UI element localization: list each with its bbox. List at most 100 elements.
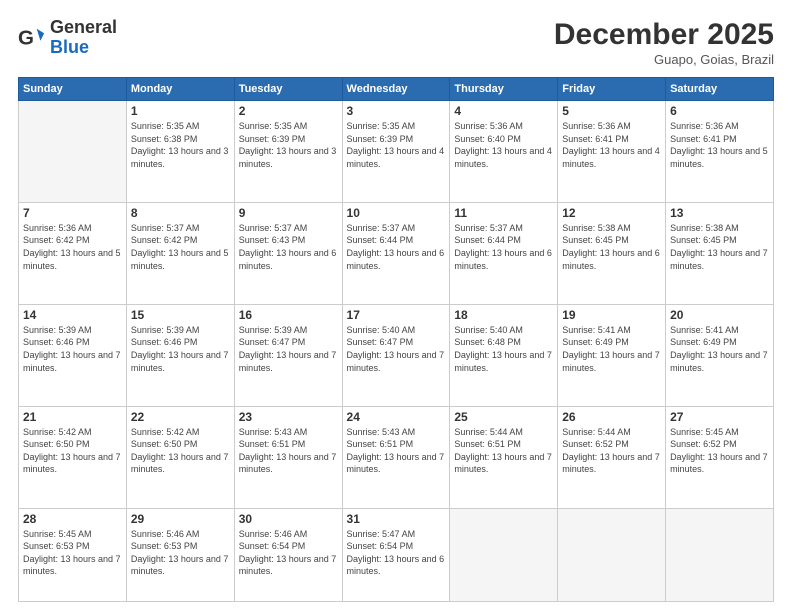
day-number: 30 [239, 512, 338, 526]
day-number: 29 [131, 512, 230, 526]
table-row: 20 Sunrise: 5:41 AM Sunset: 6:49 PM Dayli… [666, 304, 774, 406]
table-row: 23 Sunrise: 5:43 AM Sunset: 6:51 PM Dayli… [234, 406, 342, 508]
day-info: Sunrise: 5:43 AM Sunset: 6:51 PM Dayligh… [239, 426, 338, 476]
table-row [19, 101, 127, 203]
day-info: Sunrise: 5:36 AM Sunset: 6:41 PM Dayligh… [562, 120, 661, 170]
day-info: Sunrise: 5:44 AM Sunset: 6:51 PM Dayligh… [454, 426, 553, 476]
col-tuesday: Tuesday [234, 78, 342, 101]
table-row: 2 Sunrise: 5:35 AM Sunset: 6:39 PM Daylig… [234, 101, 342, 203]
table-row: 3Sunrise: 5:35 AM Sunset: 6:39 PM Daylig… [342, 101, 450, 203]
table-row: 7Sunrise: 5:36 AM Sunset: 6:42 PM Daylig… [19, 202, 127, 304]
day-number: 2 [239, 104, 338, 118]
day-info: Sunrise: 5:37 AM Sunset: 6:42 PM Dayligh… [131, 222, 230, 272]
table-row: 17 Sunrise: 5:40 AM Sunset: 6:47 PM Dayli… [342, 304, 450, 406]
day-number: 18 [454, 308, 553, 322]
table-row: 1Sunrise: 5:35 AM Sunset: 6:38 PM Daylig… [126, 101, 234, 203]
day-number: 19 [562, 308, 661, 322]
logo-general: General [50, 18, 117, 38]
day-info: Sunrise: 5:43 AM Sunset: 6:51 PM Dayligh… [347, 426, 446, 476]
day-info: Sunrise: 5:35 AM Sunset: 6:39 PM Dayligh… [239, 120, 338, 170]
day-number: 4 [454, 104, 553, 118]
day-number: 20 [670, 308, 769, 322]
table-row: 12 Sunrise: 5:38 AM Sunset: 6:45 PM Dayli… [558, 202, 666, 304]
day-number: 28 [23, 512, 122, 526]
day-info: Sunrise: 5:42 AM Sunset: 6:50 PM Dayligh… [23, 426, 122, 476]
table-row: 25 Sunrise: 5:44 AM Sunset: 6:51 PM Dayli… [450, 406, 558, 508]
table-row: 6Sunrise: 5:36 AM Sunset: 6:41 PM Daylig… [666, 101, 774, 203]
table-row: 11 Sunrise: 5:37 AM Sunset: 6:44 PM Dayli… [450, 202, 558, 304]
table-row: 4 Sunrise: 5:36 AM Sunset: 6:40 PM Daylig… [450, 101, 558, 203]
day-number: 5 [562, 104, 661, 118]
table-row: 26 Sunrise: 5:44 AM Sunset: 6:52 PM Dayli… [558, 406, 666, 508]
table-row: 19 Sunrise: 5:41 AM Sunset: 6:49 PM Dayli… [558, 304, 666, 406]
logo-blue: Blue [50, 38, 117, 58]
table-row: 5 Sunrise: 5:36 AM Sunset: 6:41 PM Daylig… [558, 101, 666, 203]
day-number: 6 [670, 104, 769, 118]
table-row: 9 Sunrise: 5:37 AM Sunset: 6:43 PM Daylig… [234, 202, 342, 304]
logo-icon: G [18, 24, 46, 52]
col-friday: Friday [558, 78, 666, 101]
calendar-header-row: Sunday Monday Tuesday Wednesday Thursday… [19, 78, 774, 101]
day-number: 16 [239, 308, 338, 322]
svg-text:G: G [18, 26, 34, 49]
day-info: Sunrise: 5:45 AM Sunset: 6:52 PM Dayligh… [670, 426, 769, 476]
table-row [450, 508, 558, 602]
day-number: 15 [131, 308, 230, 322]
col-monday: Monday [126, 78, 234, 101]
day-info: Sunrise: 5:37 AM Sunset: 6:44 PM Dayligh… [454, 222, 553, 272]
month-title: December 2025 [554, 18, 774, 52]
day-info: Sunrise: 5:39 AM Sunset: 6:46 PM Dayligh… [131, 324, 230, 374]
day-number: 8 [131, 206, 230, 220]
day-number: 24 [347, 410, 446, 424]
day-number: 22 [131, 410, 230, 424]
table-row [558, 508, 666, 602]
day-info: Sunrise: 5:37 AM Sunset: 6:44 PM Dayligh… [347, 222, 446, 272]
day-number: 3 [347, 104, 446, 118]
logo: G General Blue [18, 18, 117, 58]
page-header: G General Blue December 2025 Guapo, Goia… [18, 18, 774, 67]
day-number: 21 [23, 410, 122, 424]
col-thursday: Thursday [450, 78, 558, 101]
col-wednesday: Wednesday [342, 78, 450, 101]
table-row [666, 508, 774, 602]
day-info: Sunrise: 5:44 AM Sunset: 6:52 PM Dayligh… [562, 426, 661, 476]
day-info: Sunrise: 5:40 AM Sunset: 6:48 PM Dayligh… [454, 324, 553, 374]
table-row: 13Sunrise: 5:38 AM Sunset: 6:45 PM Dayli… [666, 202, 774, 304]
day-number: 27 [670, 410, 769, 424]
table-row: 27 Sunrise: 5:45 AM Sunset: 6:52 PM Dayli… [666, 406, 774, 508]
table-row: 8 Sunrise: 5:37 AM Sunset: 6:42 PM Daylig… [126, 202, 234, 304]
table-row: 30Sunrise: 5:46 AM Sunset: 6:54 PM Dayli… [234, 508, 342, 602]
day-number: 26 [562, 410, 661, 424]
day-info: Sunrise: 5:36 AM Sunset: 6:40 PM Dayligh… [454, 120, 553, 170]
day-info: Sunrise: 5:39 AM Sunset: 6:46 PM Dayligh… [23, 324, 122, 374]
day-info: Sunrise: 5:37 AM Sunset: 6:43 PM Dayligh… [239, 222, 338, 272]
table-row: 28Sunrise: 5:45 AM Sunset: 6:53 PM Dayli… [19, 508, 127, 602]
day-info: Sunrise: 5:40 AM Sunset: 6:47 PM Dayligh… [347, 324, 446, 374]
table-row: 31Sunrise: 5:47 AM Sunset: 6:54 PM Dayli… [342, 508, 450, 602]
day-number: 11 [454, 206, 553, 220]
col-sunday: Sunday [19, 78, 127, 101]
table-row: 24 Sunrise: 5:43 AM Sunset: 6:51 PM Dayli… [342, 406, 450, 508]
col-saturday: Saturday [666, 78, 774, 101]
day-info: Sunrise: 5:39 AM Sunset: 6:47 PM Dayligh… [239, 324, 338, 374]
table-row: 15 Sunrise: 5:39 AM Sunset: 6:46 PM Dayli… [126, 304, 234, 406]
day-info: Sunrise: 5:41 AM Sunset: 6:49 PM Dayligh… [562, 324, 661, 374]
table-row: 10 Sunrise: 5:37 AM Sunset: 6:44 PM Dayli… [342, 202, 450, 304]
day-info: Sunrise: 5:38 AM Sunset: 6:45 PM Dayligh… [562, 222, 661, 272]
day-number: 17 [347, 308, 446, 322]
day-number: 14 [23, 308, 122, 322]
day-info: Sunrise: 5:36 AM Sunset: 6:42 PM Dayligh… [23, 222, 122, 272]
day-number: 25 [454, 410, 553, 424]
day-number: 23 [239, 410, 338, 424]
title-block: December 2025 Guapo, Goias, Brazil [554, 18, 774, 67]
day-number: 1 [131, 104, 230, 118]
day-number: 10 [347, 206, 446, 220]
day-number: 9 [239, 206, 338, 220]
table-row: 29Sunrise: 5:46 AM Sunset: 6:53 PM Dayli… [126, 508, 234, 602]
day-info: Sunrise: 5:42 AM Sunset: 6:50 PM Dayligh… [131, 426, 230, 476]
day-number: 12 [562, 206, 661, 220]
day-info: Sunrise: 5:38 AM Sunset: 6:45 PM Dayligh… [670, 222, 769, 272]
table-row: 14 Sunrise: 5:39 AM Sunset: 6:46 PM Dayli… [19, 304, 127, 406]
table-row: 18 Sunrise: 5:40 AM Sunset: 6:48 PM Dayli… [450, 304, 558, 406]
day-info: Sunrise: 5:41 AM Sunset: 6:49 PM Dayligh… [670, 324, 769, 374]
